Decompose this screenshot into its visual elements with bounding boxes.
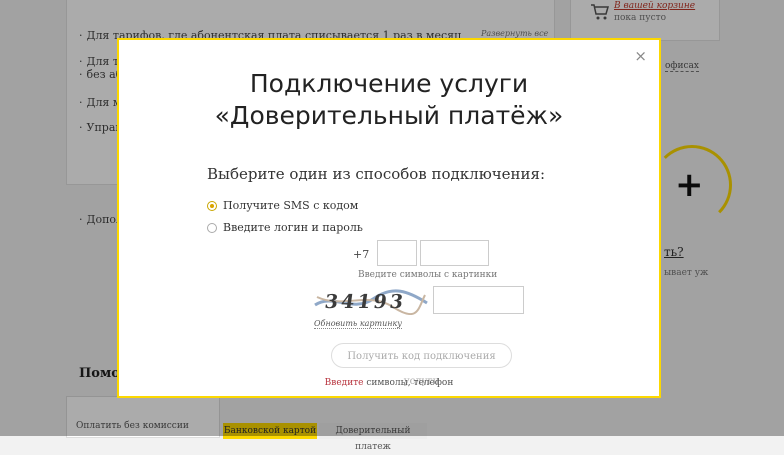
phone-code-input[interactable] (377, 240, 417, 266)
phone-number-input[interactable] (420, 240, 489, 266)
captcha-hint: Введите символы с картинки (358, 270, 498, 280)
connect-service-dialog: × Подключение услуги «Доверительный плат… (117, 38, 661, 398)
captcha-input[interactable] (433, 286, 524, 314)
dialog-title-line2: «Доверительный платёж» (214, 101, 564, 130)
captcha-image: 34193 (313, 287, 429, 315)
get-code-button[interactable]: Получить код подключения услуги (331, 343, 512, 387)
option-sms-label: Получите SMS с кодом (223, 199, 359, 212)
validation-message-red: Введите (324, 378, 364, 388)
validation-message-rest: символы, телефон (363, 378, 454, 388)
dialog-title: Подключение услуги «Доверительный платёж… (119, 68, 659, 132)
option-login[interactable]: Введите логин и пароль (207, 221, 363, 234)
captcha-text: 34193 (323, 290, 407, 313)
close-icon[interactable]: × (634, 49, 647, 64)
radio-login[interactable] (207, 222, 217, 233)
dialog-title-line1: Подключение услуги (249, 69, 529, 98)
choose-method-label: Выберите один из способов подключения: (207, 165, 546, 183)
validation-message: Введите символы, телефон (119, 378, 659, 388)
phone-prefix: +7 (353, 248, 370, 261)
option-sms[interactable]: Получите SMS с кодом (207, 199, 358, 212)
option-login-label: Введите логин и пароль (223, 221, 363, 234)
captcha-refresh-link[interactable]: Обновить картинку (314, 319, 402, 329)
radio-sms[interactable] (207, 200, 217, 211)
